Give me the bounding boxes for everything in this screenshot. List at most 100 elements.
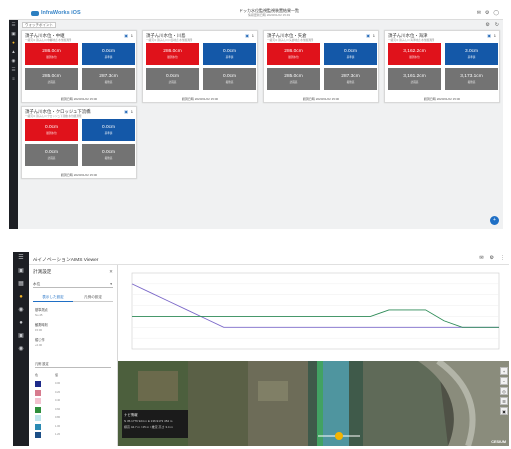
users-icon[interactable]: ◉ [13, 304, 29, 317]
legend-value: 1.20 [55, 433, 61, 436]
chart-icon[interactable]: ▲ [9, 47, 18, 56]
view-select[interactable]: ウォッチポイント [22, 22, 56, 28]
legend-row[interactable]: 0.20 [35, 389, 111, 397]
viewer-header-actions: ✉ ⚙ ⋮ [479, 255, 505, 261]
fullscreen-icon[interactable]: ▣ [500, 407, 508, 415]
close-icon[interactable]: ✕ [109, 269, 113, 275]
legend-value: 0.60 [55, 407, 61, 411]
notification-icon[interactable]: ✉ [479, 255, 483, 261]
header-actions: ✉ ⚙ ◯ [477, 10, 499, 16]
station-card[interactable]: 須子ん川水位・中継 一級河川 須子ん川 中継地点 水位観測所 ▣ 1 286.0cm 観測… [21, 30, 137, 103]
tab-display[interactable]: 表示した設定 [33, 293, 73, 302]
field-offset[interactable]: 縦じ作 +0.00 [35, 337, 45, 347]
station-card[interactable]: 須子ん川水位・海津 一級河川 須子ん川 海津地点 水位観測所 ▣ 1 3,162.2cm… [384, 30, 500, 103]
user-icon[interactable]: ◯ [493, 10, 499, 16]
settings-icon[interactable]: ⚙ [490, 255, 494, 261]
notification-icon[interactable]: ✉ [477, 10, 481, 16]
image-icon[interactable]: ▣ [13, 330, 29, 343]
zoom-in-button[interactable]: + [500, 367, 508, 375]
metric-value: 0.0cm [44, 125, 59, 130]
metric-label: 基準値 [346, 56, 355, 59]
dashboard-icon[interactable]: ▣ [13, 265, 29, 278]
field-time[interactable]: 観測時刻 15:00 [35, 322, 48, 332]
metric-value: 286.0cm [284, 49, 303, 54]
more-icon[interactable]: ⋮ [500, 255, 505, 261]
metric-tile: 0.0cm 基準値 [82, 43, 135, 65]
sidebar-rail: ☰ ▣ ● ▲ ◉ ☰ ≡ [9, 20, 18, 229]
refresh-icon[interactable]: ↻ [495, 22, 499, 28]
map-pin-icon[interactable]: ● [13, 291, 29, 304]
person-icon[interactable]: ● [13, 317, 29, 330]
viewer-title: AiイノベーションAIMS Viewer [33, 258, 99, 263]
layers-icon[interactable]: ☰ [500, 397, 508, 405]
card-subtitle: 一級河川 須子ん川 川島地点 水位観測所 [146, 39, 193, 42]
field-base-point[interactable]: 基準測点 No.45 [35, 307, 48, 317]
coordinate-title: ナビ情報 [124, 413, 138, 417]
metric-value: 3,161.2cm [403, 74, 426, 79]
settings-panel: 計測設定 ✕ 水位 ▾ 表示した設定 凡例の設定 基準測点 No.45 観測時刻… [29, 265, 118, 446]
viewer-sidebar-rail: ☰ ▣ ▦ ● ◉ ● ▣ ◉ [13, 252, 29, 446]
layers-icon[interactable]: ☰ [9, 65, 18, 74]
station-card[interactable]: 須子ん川水位・クロッジュ下流橋 一級河川 須子ん川 クロッジュ下流橋 水位観測所 ▣… [21, 106, 137, 179]
menu-icon[interactable]: ☰ [13, 252, 29, 265]
toolbar-actions: ⚙ ↻ [485, 22, 499, 28]
brand-name: InfraWorks iOS [41, 10, 81, 16]
metric-tile: 286.0cm 観測水位 [146, 43, 199, 65]
legend-swatch [35, 398, 41, 404]
legend-row[interactable]: 0.00 [35, 381, 111, 388]
legend-swatch [35, 432, 41, 438]
legend-row[interactable]: 1.00 [35, 423, 111, 431]
menu-icon[interactable]: ☰ [9, 20, 18, 29]
metric-tile: 0.0cm 堤防高 [82, 144, 135, 166]
coordinate-line-1: N 35.1776 924 m E 136.9173 454 m [124, 419, 173, 423]
legend-row[interactable]: 0.60 [35, 406, 111, 414]
metric-tile: 0.0cm 計画高 [146, 68, 199, 90]
camera-icon[interactable]: ▣ [487, 33, 491, 38]
metric-tile: 0.0cm 堤防高 [203, 68, 256, 90]
metric-tile: 0.0cm 計画高 [25, 144, 78, 166]
zoom-out-button[interactable]: − [500, 377, 508, 385]
legend-row[interactable]: 0.40 [35, 398, 111, 405]
brand[interactable]: InfraWorks iOS [31, 10, 81, 16]
tab-legend[interactable]: 凡例の設定 [73, 293, 113, 302]
add-button[interactable]: + [490, 216, 499, 225]
metric-label: 堤防高 [346, 81, 355, 84]
list-icon[interactable]: ≡ [9, 74, 18, 83]
metric-value: 287.3cm [99, 74, 118, 79]
compass-icon[interactable]: ◎ [500, 387, 508, 395]
metric-label: 堤防高 [467, 81, 476, 84]
settings-icon[interactable]: ⚙ [485, 10, 489, 16]
metric-label: 観測水位 [288, 56, 299, 59]
camera-icon[interactable]: ▣ [245, 33, 249, 38]
page-subtitle: 情報更新日時 2020/01/22 15:49 [247, 13, 291, 17]
group-icon[interactable]: ◉ [13, 343, 29, 356]
station-card[interactable]: 須子ん川水位・川島 一級河川 須子ん川 川島地点 水位観測所 ▣ 1 286.0cm 観測… [142, 30, 258, 103]
metric-tile: 285.0cm 計画高 [267, 68, 320, 90]
metric-tile: 287.3cm 堤防高 [82, 68, 135, 90]
grid-icon[interactable]: ▦ [13, 278, 29, 291]
camera-icon[interactable]: ▣ [124, 33, 128, 38]
users-icon[interactable]: ◉ [9, 56, 18, 65]
map-view[interactable]: ナビ情報 N 35.1776 924 m E 136.9173 454 m 標高… [118, 361, 509, 446]
field-value: +0.00 [35, 342, 43, 347]
filter-icon[interactable]: ⚙ [485, 22, 489, 28]
field-value: 15:00 [35, 327, 42, 332]
metric-value: 3,173.1cm [460, 74, 483, 79]
metric-value: 286.0cm [163, 49, 182, 54]
camera-icon[interactable]: ▣ [366, 33, 370, 38]
field-label: 観測時刻 [35, 323, 48, 327]
metric-label: 基準値 [104, 132, 113, 135]
dashboard-icon[interactable]: ▣ [9, 29, 18, 38]
metric-tile: 3.0cm 基準値 [445, 43, 498, 65]
map-pin-icon[interactable]: ● [9, 38, 18, 47]
metric-tile: 3,162.2cm 観測水位 [388, 43, 441, 65]
station-card[interactable]: 須子ん川水位・矢倉 一級河川 須子ん川 矢倉地点 水位観測所 ▣ 1 286.0cm 観測… [263, 30, 379, 103]
card-subtitle: 一級河川 須子ん川 海津地点 水位観測所 [388, 39, 435, 42]
metric-label: 計画高 [47, 157, 56, 160]
field-label: 縦じ作 [35, 338, 45, 342]
legend-row[interactable]: 0.80 [35, 415, 111, 422]
legend-select[interactable]: 凡例 設定 [35, 361, 111, 368]
camera-icon[interactable]: ▣ [124, 109, 128, 114]
legend-row[interactable]: 1.20 [35, 432, 111, 439]
measure-select[interactable]: 水位 ▾ [33, 280, 113, 288]
